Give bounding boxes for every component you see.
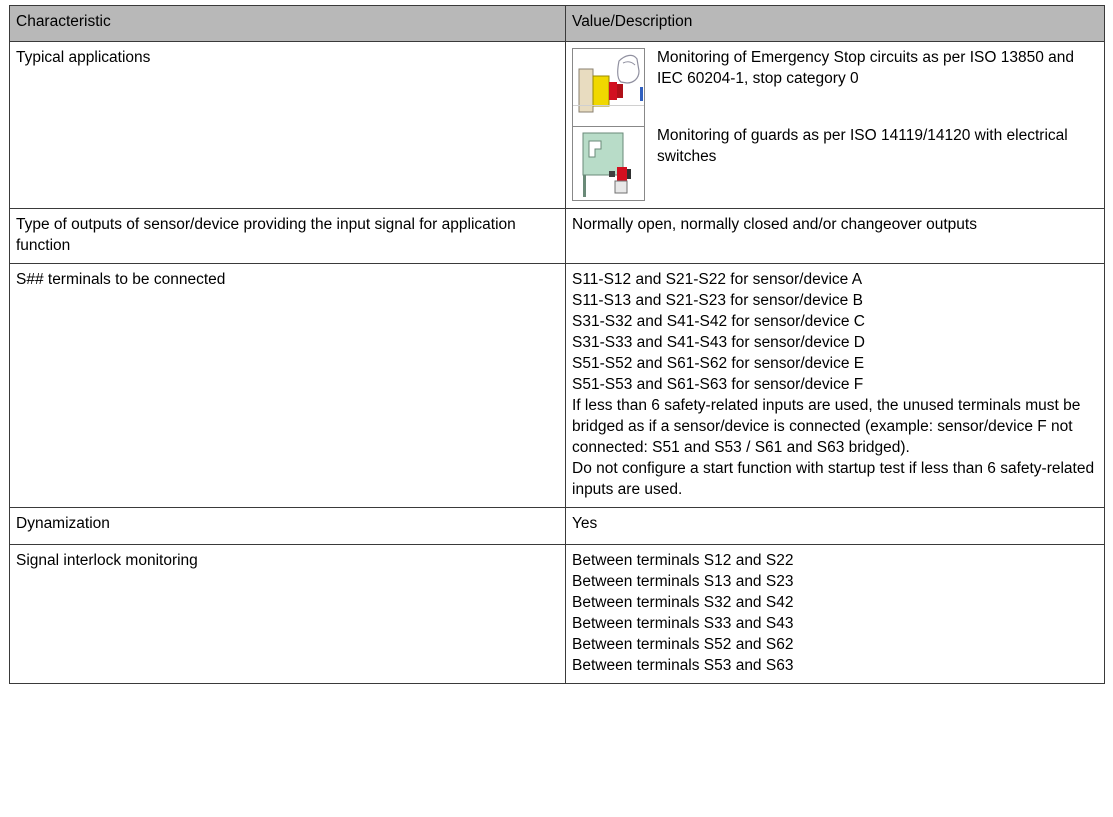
row-value: Yes [565, 507, 1105, 545]
table-row: Typical applications Monitoring of Emerg… [9, 41, 1105, 209]
row-label: S## terminals to be connected [9, 263, 566, 508]
terminal-line: S51-S52 and S61-S62 for sensor/device E [572, 355, 865, 372]
terminal-line: S51-S53 and S61-S63 for sensor/device F [572, 376, 864, 393]
terminal-line: S11-S13 and S21-S23 for sensor/device B [572, 292, 863, 309]
row-value: S11-S12 and S21-S22 for sensor/device A … [565, 263, 1105, 508]
row-label: Type of outputs of sensor/device providi… [9, 208, 566, 264]
header-value-description: Value/Description [565, 5, 1105, 42]
terminal-line: S31-S33 and S41-S43 for sensor/device D [572, 334, 865, 351]
guard-switch-icon [572, 126, 645, 201]
interlock-line: Between terminals S52 and S62 [572, 636, 794, 653]
application-text: Monitoring of guards as per ISO 14119/14… [657, 127, 1068, 165]
application-text: Monitoring of Emergency Stop circuits as… [657, 49, 1074, 87]
table-row: Signal interlock monitoring Between term… [9, 544, 1105, 684]
interlock-line: Between terminals S12 and S22 [572, 552, 794, 569]
emergency-stop-button-icon [572, 48, 645, 127]
application-item: Monitoring of Emergency Stop circuits as… [572, 48, 1098, 127]
row-value: Monitoring of Emergency Stop circuits as… [565, 41, 1105, 209]
row-label: Signal interlock monitoring [9, 544, 566, 684]
application-item: Monitoring of guards as per ISO 14119/14… [572, 126, 1098, 201]
interlock-line: Between terminals S32 and S42 [572, 594, 794, 611]
interlock-line: Between terminals S33 and S43 [572, 615, 794, 632]
interlock-line: Between terminals S53 and S63 [572, 657, 794, 674]
row-value: Between terminals S12 and S22 Between te… [565, 544, 1105, 684]
interlock-line: Between terminals S13 and S23 [572, 573, 794, 590]
row-value: Normally open, normally closed and/or ch… [565, 208, 1105, 264]
characteristics-table: Characteristic Value/Description Typical… [9, 5, 1105, 684]
table-row: Type of outputs of sensor/device providi… [9, 208, 1105, 264]
header-characteristic: Characteristic [9, 5, 566, 42]
row-label: Dynamization [9, 507, 566, 545]
terminal-line: S31-S32 and S41-S42 for sensor/device C [572, 313, 865, 330]
terminal-note: If less than 6 safety-related inputs are… [572, 397, 1081, 456]
terminal-line: S11-S12 and S21-S22 for sensor/device A [572, 271, 863, 288]
row-label: Typical applications [9, 41, 566, 209]
table-header-row: Characteristic Value/Description [9, 5, 1105, 42]
terminal-note: Do not configure a start function with s… [572, 460, 1095, 498]
table-row: S## terminals to be connected S11-S12 an… [9, 263, 1105, 508]
table-row: Dynamization Yes [9, 507, 1105, 545]
